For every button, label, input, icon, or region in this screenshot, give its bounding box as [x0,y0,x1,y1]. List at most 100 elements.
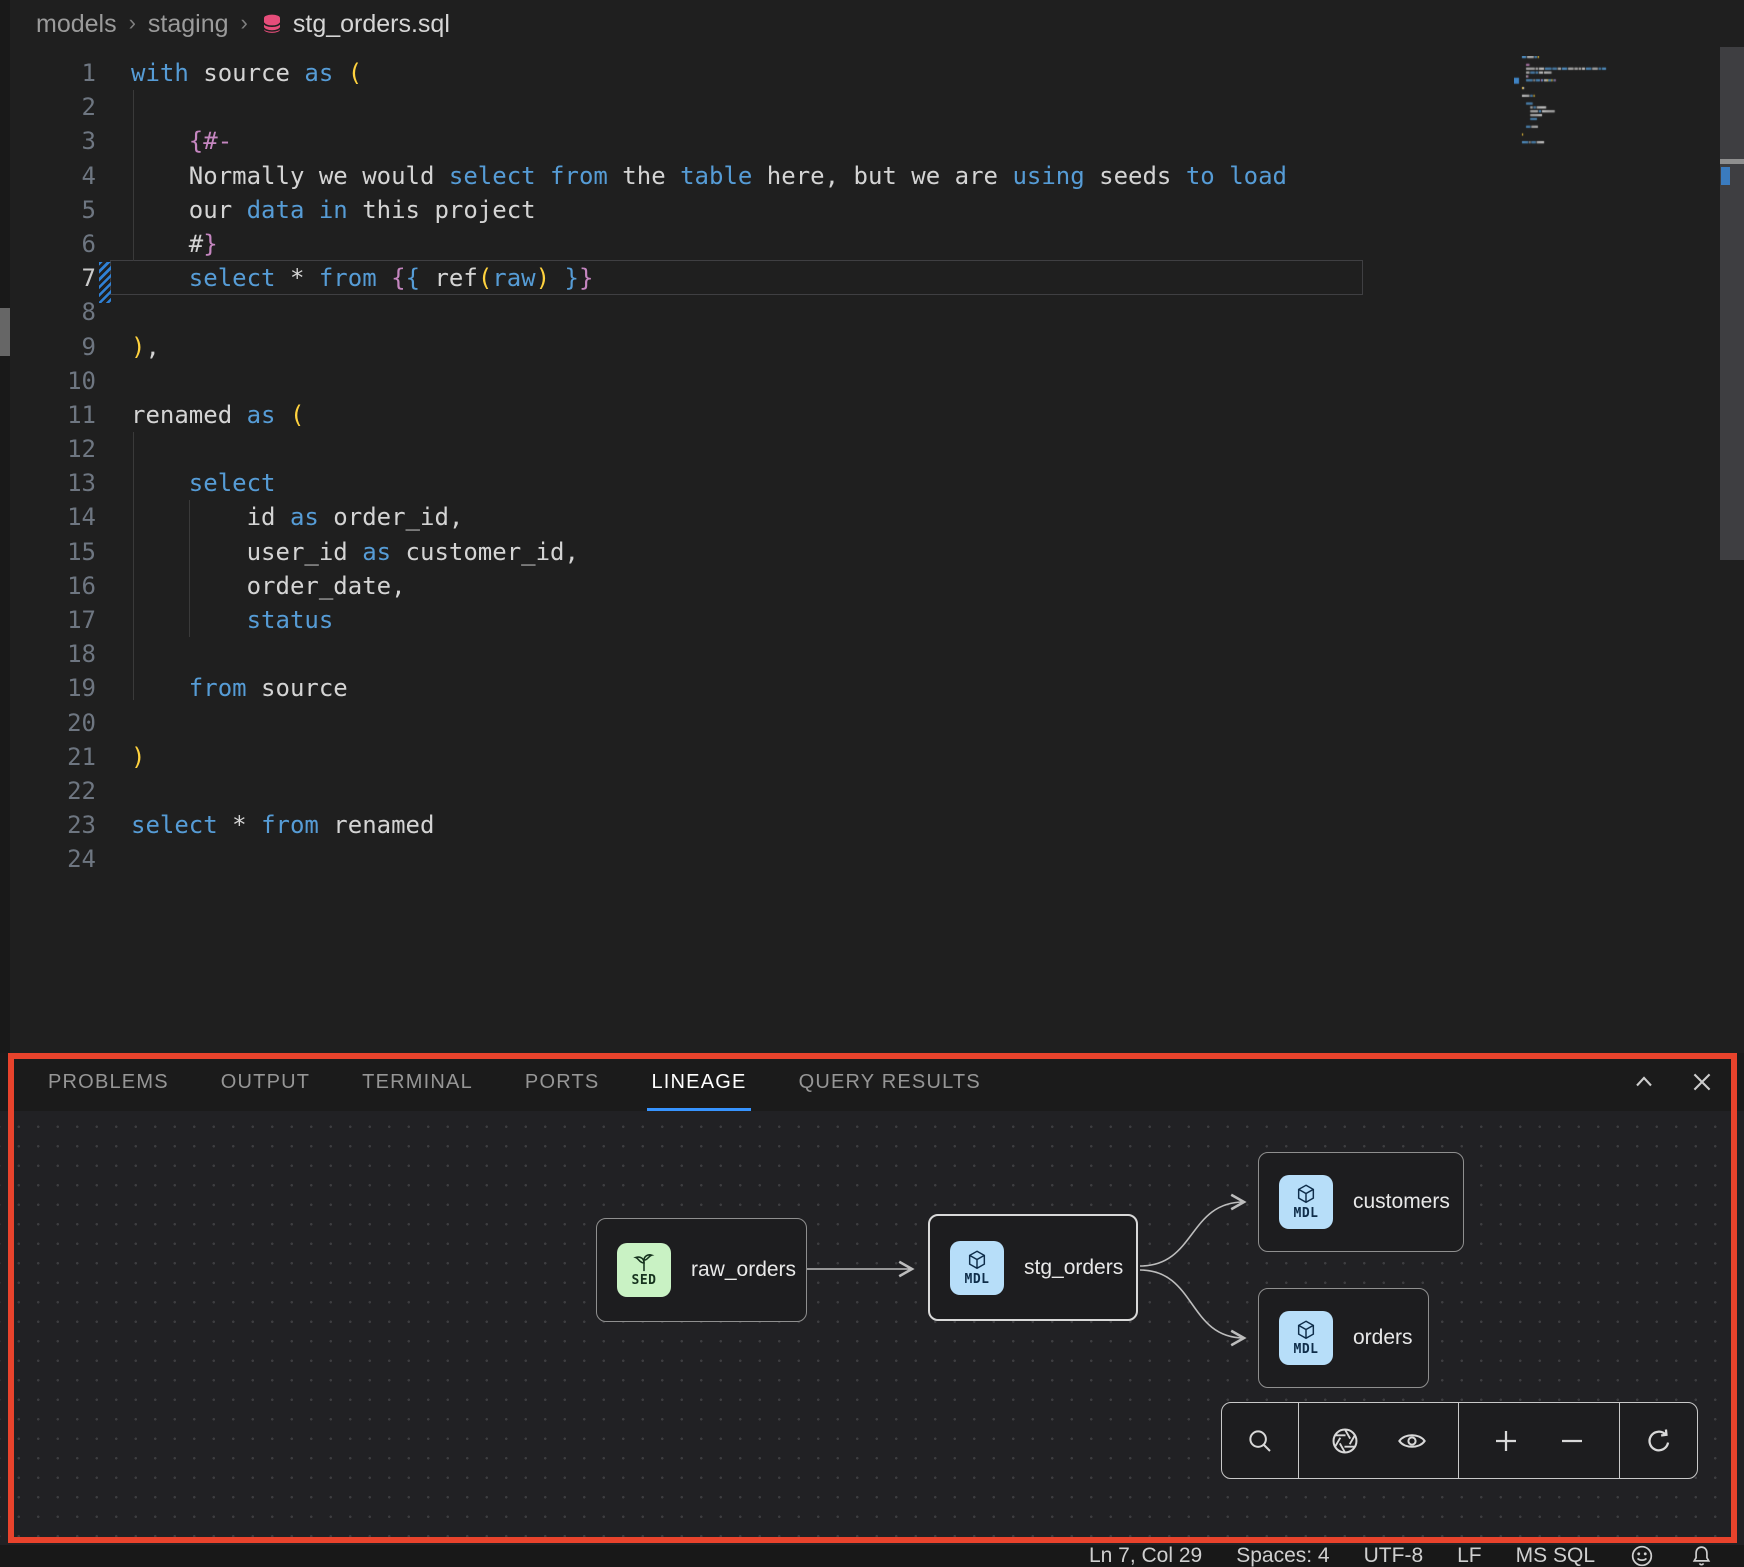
visibility-button[interactable] [1392,1421,1432,1461]
minus-icon [1557,1426,1587,1456]
scrollbar-change-marker [1721,167,1730,185]
chevron-up-icon[interactable] [1630,1068,1658,1096]
tab-lineage[interactable]: LINEAGE [651,1053,746,1111]
code-line-22[interactable]: 22 [10,774,1510,808]
code-text: from source [131,671,348,705]
zoom-in-button[interactable] [1486,1421,1526,1461]
code-line-17[interactable]: 17 status [10,603,1510,637]
code-text: id as order_id, [131,500,463,534]
toolbar-section [1298,1403,1458,1478]
badge-label: MDL [1294,1342,1319,1357]
code-line-20[interactable]: 20 [10,706,1510,740]
code-line-10[interactable]: 10 [10,364,1510,398]
node-label: orders [1353,1326,1413,1350]
minimap[interactable] [1514,56,1704,156]
code-line-4[interactable]: 4 Normally we would select from the tabl… [10,159,1510,193]
code-line-23[interactable]: 23select * from renamed [10,808,1510,842]
node-label: stg_orders [1024,1256,1123,1280]
line-number: 12 [10,432,96,466]
aperture-button[interactable] [1325,1421,1365,1461]
scrollbar-ruler-bar [1720,159,1744,164]
zoom-out-button[interactable] [1552,1421,1592,1461]
tab-ports[interactable]: PORTS [525,1053,600,1111]
code-line-3[interactable]: 3 {#- [10,124,1510,158]
model-badge: MDL [1279,1175,1333,1229]
code-text: #} [131,227,218,261]
model-badge: MDL [1279,1311,1333,1365]
code-line-13[interactable]: 13 select [10,466,1510,500]
code-text: order_date, [131,569,406,603]
tab-output[interactable]: OUTPUT [221,1053,310,1111]
status-bar: Ln 7, Col 29 Spaces: 4 UTF-8 LF MS SQL [0,1545,1744,1567]
code-line-2[interactable]: 2 [10,90,1510,124]
refresh-button[interactable] [1639,1421,1679,1461]
aperture-icon [1329,1425,1361,1457]
left-scrollbar-thumb[interactable] [0,308,10,356]
chevron-right-icon: › [241,10,248,36]
notification-bell-icon[interactable] [1689,1544,1714,1567]
code-line-18[interactable]: 18 [10,637,1510,671]
search-button[interactable] [1240,1421,1280,1461]
line-number: 6 [10,227,96,261]
tab-terminal[interactable]: TERMINAL [362,1053,473,1111]
code-line-24[interactable]: 24 [10,842,1510,876]
line-number: 15 [10,535,96,569]
line-number: 24 [10,842,96,876]
code-text: our data in this project [131,193,536,227]
close-icon[interactable] [1688,1068,1716,1096]
line-number: 7 [10,261,96,295]
code-line-6[interactable]: 6 #} [10,227,1510,261]
language-mode[interactable]: MS SQL [1516,1545,1595,1567]
lineage-node-raw-orders[interactable]: SED raw_orders [596,1218,807,1322]
indent-guide [133,432,134,700]
line-number: 16 [10,569,96,603]
editor-scrollbar[interactable] [1720,47,1744,560]
panel-tab-bar: PROBLEMS OUTPUT TERMINAL PORTS LINEAGE Q… [0,1053,1744,1111]
tab-query-results[interactable]: QUERY RESULTS [799,1053,981,1111]
indent-guide [133,90,134,261]
seedling-icon [633,1252,655,1272]
toolbar-section [1619,1403,1697,1478]
feedback-face-icon[interactable] [1629,1543,1655,1567]
code-line-15[interactable]: 15 user_id as customer_id, [10,535,1510,569]
tab-problems[interactable]: PROBLEMS [48,1053,169,1111]
database-icon [260,12,284,36]
lineage-node-customers[interactable]: MDL customers [1258,1152,1464,1252]
code-line-1[interactable]: 1with source as ( [10,56,1510,90]
code-line-21[interactable]: 21) [10,740,1510,774]
code-text: with source as ( [131,56,362,90]
code-text: select * from renamed [131,808,434,842]
code-text: select * from {{ ref(raw) }} [131,261,593,295]
lineage-graph[interactable]: SED raw_orders MDL stg_orders [0,1111,1744,1545]
line-number: 3 [10,124,96,158]
lineage-node-stg-orders[interactable]: MDL stg_orders [928,1214,1138,1321]
line-number: 21 [10,740,96,774]
indentation-setting[interactable]: Spaces: 4 [1236,1545,1329,1567]
code-editor[interactable]: 1with source as (23 {#-4 Normally we wou… [10,56,1510,877]
code-line-11[interactable]: 11renamed as ( [10,398,1510,432]
breadcrumb-staging[interactable]: staging [148,10,229,39]
breadcrumb-models[interactable]: models [36,10,117,39]
code-line-19[interactable]: 19 from source [10,671,1510,705]
code-line-8[interactable]: 8 [10,295,1510,329]
search-icon [1245,1426,1275,1456]
refresh-icon [1643,1425,1675,1457]
badge-label: SED [632,1273,657,1288]
cursor-position[interactable]: Ln 7, Col 29 [1089,1545,1202,1567]
toolbar-section [1458,1403,1619,1478]
app-window: models › staging › stg_orders.sql 1with … [0,0,1744,1567]
lineage-node-orders[interactable]: MDL orders [1258,1288,1429,1388]
breadcrumb-file[interactable]: stg_orders.sql [260,10,450,39]
code-line-5[interactable]: 5 our data in this project [10,193,1510,227]
code-line-16[interactable]: 16 order_date, [10,569,1510,603]
code-line-9[interactable]: 9), [10,330,1510,364]
code-text: user_id as customer_id, [131,535,579,569]
code-line-14[interactable]: 14 id as order_id, [10,500,1510,534]
line-number: 22 [10,774,96,808]
code-line-7[interactable]: 7 select * from {{ ref(raw) }} [10,261,1510,295]
code-line-12[interactable]: 12 [10,432,1510,466]
encoding[interactable]: UTF-8 [1364,1545,1424,1567]
eol-setting[interactable]: LF [1457,1545,1482,1567]
code-text: ), [131,330,160,364]
indent-guide [189,500,190,637]
